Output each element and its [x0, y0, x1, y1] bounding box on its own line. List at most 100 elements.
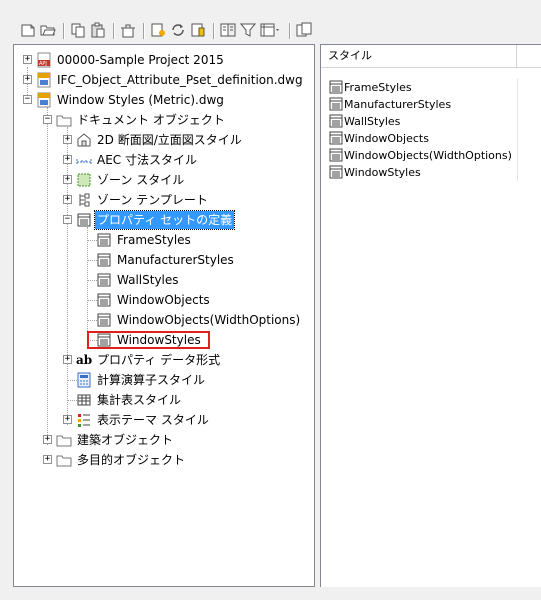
property-set-icon [96, 312, 112, 328]
list-item-label: WindowObjects [344, 132, 429, 145]
column-header-style[interactable]: スタイル [321, 45, 517, 67]
tree-line [87, 227, 88, 345]
list-item[interactable]: WallStyles [321, 113, 541, 130]
project-icon: APJ [36, 52, 52, 68]
list-item[interactable]: ManufacturerStyles [321, 96, 541, 113]
property-set-icon [329, 114, 343, 128]
list-item[interactable]: WindowObjects(WidthOptions) [321, 147, 541, 164]
synchronize-icon[interactable] [170, 22, 186, 38]
tree-item-label: WindowObjects [117, 293, 210, 307]
dimension-icon [76, 152, 92, 168]
tree-item-label: プロパティ データ形式 [97, 353, 221, 367]
filter-icon[interactable] [240, 22, 256, 38]
list-item-label: ManufacturerStyles [344, 98, 452, 111]
expand-toggle[interactable]: + [63, 195, 72, 204]
tree-item-label: ゾーン スタイル [97, 173, 185, 187]
property-set-icon [96, 292, 112, 308]
property-set-icon [329, 80, 343, 94]
display-theme-icon [76, 412, 92, 428]
tree-item-label: IFC_Object_Attribute_Pset_definition.dwg [57, 73, 303, 87]
collapse-toggle[interactable]: − [63, 215, 72, 224]
column-divider [517, 147, 518, 164]
tree-item-label: Window Styles (Metric).dwg [57, 93, 224, 107]
collapse-toggle[interactable]: − [43, 115, 52, 124]
list-pane[interactable]: スタイル FrameStyles ManufacturerStyles Wall… [320, 44, 541, 587]
property-set-icon [329, 148, 343, 162]
open-folder-icon[interactable] [40, 22, 56, 38]
tree-item-label: 2D 断面図/立面図スタイル [97, 133, 242, 147]
toolbar-separator [63, 23, 65, 39]
expand-toggle[interactable]: + [63, 355, 72, 364]
property-set-icon [329, 131, 343, 145]
toolbar [0, 0, 541, 44]
toolbar-separator [213, 23, 215, 39]
column-divider [517, 79, 518, 96]
tree-item-label: ManufacturerStyles [117, 253, 234, 267]
expand-toggle[interactable]: + [63, 135, 72, 144]
property-set-icon [96, 272, 112, 288]
data-format-icon: ab [76, 353, 93, 367]
highlight-box [87, 331, 210, 349]
copy-icon[interactable] [70, 22, 86, 38]
expand-toggle[interactable]: + [43, 435, 52, 444]
list-item[interactable]: WindowStyles [321, 164, 541, 181]
schedule-table-icon [76, 392, 92, 408]
column-divider [517, 130, 518, 147]
drawing-icon [36, 72, 52, 88]
tree-line [47, 107, 48, 445]
paste-icon[interactable] [90, 22, 106, 38]
property-set-icon [96, 232, 112, 248]
tree-item-label: 00000-Sample Project 2015 [57, 53, 224, 67]
list-item-label: WindowStyles [344, 166, 421, 179]
property-set-icon [76, 212, 92, 228]
tree-item-label: プロパティ セットの定義 [93, 210, 236, 230]
zone-template-icon [76, 192, 92, 208]
list-item-label: WallStyles [344, 115, 401, 128]
expand-toggle[interactable]: + [43, 455, 52, 464]
toolbar-separator [113, 23, 115, 39]
tree-item-label: AEC 寸法スタイル [97, 153, 197, 167]
new-style-icon[interactable] [150, 22, 166, 38]
toggle-view-icon[interactable] [220, 22, 236, 38]
tree-item-label: ゾーン テンプレート [97, 193, 208, 207]
tree-pane[interactable]: + APJ 00000-Sample Project 2015 + IFC_Ob… [13, 44, 315, 587]
expand-toggle[interactable]: + [63, 175, 72, 184]
expand-toggle[interactable]: + [23, 75, 32, 84]
expand-toggle[interactable]: + [23, 55, 32, 64]
tree-item-label: 集計表スタイル [97, 393, 182, 407]
svg-text:APJ: APJ [39, 61, 47, 67]
collapse-toggle[interactable]: − [23, 95, 32, 104]
tree-item-label: ドキュメント オブジェクト [77, 113, 225, 127]
edit-standards-icon[interactable] [190, 22, 206, 38]
tree-item-label: WallStyles [117, 273, 179, 287]
column-divider [517, 113, 518, 130]
property-set-icon [96, 252, 112, 268]
inventory-icon[interactable] [296, 22, 312, 38]
expand-toggle[interactable]: + [63, 155, 72, 164]
view-mode-icon[interactable] [260, 22, 279, 38]
toolbar-separator [289, 23, 291, 39]
list-item[interactable]: FrameStyles [321, 79, 541, 96]
folder-icon [56, 112, 72, 128]
tree-item-label: WindowObjects(WidthOptions) [117, 313, 301, 327]
tree-item-label: 計算演算子スタイル [97, 373, 206, 387]
calculation-icon [76, 372, 92, 388]
section-elevation-icon [76, 132, 92, 148]
folder-icon [56, 452, 72, 468]
list-item-label: FrameStyles [344, 81, 412, 94]
toolbar-separator [143, 23, 145, 39]
tree-item-label: 表示テーマ スタイル [97, 413, 209, 427]
purge-icon[interactable] [120, 22, 136, 38]
list-item[interactable]: WindowObjects [321, 130, 541, 147]
column-header: スタイル [321, 45, 541, 68]
column-divider [517, 96, 518, 113]
property-set-icon [329, 97, 343, 111]
tree-item-label: 多目的オブジェクト [77, 453, 186, 467]
zone-icon [76, 172, 92, 188]
folder-icon [56, 432, 72, 448]
tree-item-label: FrameStyles [117, 233, 191, 247]
expand-toggle[interactable]: + [63, 415, 72, 424]
tree-item-label: 建築オブジェクト [77, 433, 174, 447]
property-set-icon [329, 165, 343, 179]
new-icon[interactable] [20, 22, 36, 38]
